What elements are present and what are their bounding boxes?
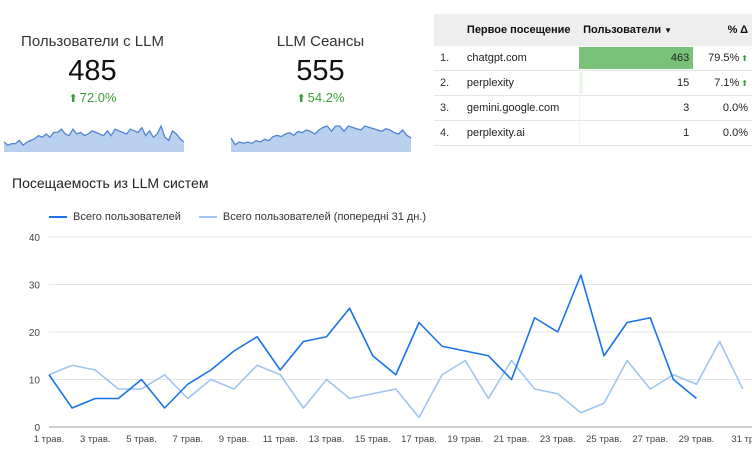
column-users-header[interactable]: Пользователи ▼ [579,14,694,46]
sparkline-area [4,126,184,152]
sparkline-sessions [230,125,412,152]
row-rank: 3. [434,95,463,121]
row-pct: 79.5% ⬆ [693,46,752,71]
legend-label-current: Всего пользователей [73,211,181,223]
row-users-value: 1 [683,127,690,139]
row-users-value: 3 [683,102,690,114]
column-source-header[interactable]: Первое посещение [462,14,580,46]
row-users: 15 [579,70,694,96]
row-pct: 0.0% [693,120,752,146]
legend-swatch-previous [198,216,217,218]
scorecard-delta-value: 54.2% [307,90,345,105]
users-bar [579,72,583,94]
y-tick-label: 40 [29,233,41,244]
row-users: 3 [579,95,694,121]
x-tick-label: 9 трав. [219,434,250,445]
table-row[interactable]: 4. perplexity.ai 1 0.0% [434,120,752,146]
legend-swatch-current [49,216,67,218]
chart-title: Посещаемость из LLM систем [12,175,209,191]
arrow-up-icon: ⬆ [296,93,306,105]
x-tick-label: 7 трав. [172,434,203,445]
table-row[interactable]: 3. gemini.google.com 3 0.0% [434,95,752,121]
row-rank: 1. [434,46,463,71]
row-users: 463 [579,46,694,71]
x-tick-label: 3 трав. [80,434,111,445]
x-tick-label: 31 тр [731,434,752,445]
row-source: perplexity.ai [462,120,580,146]
scorecard-value: 485 [68,55,117,87]
row-pct-value: 79.5% [708,52,740,64]
y-tick-label: 20 [29,328,41,339]
column-rank-header [434,14,463,46]
scorecard-llm-sessions[interactable]: LLM Сеансы 555 ⬆ 54.2% [238,33,403,105]
scorecard-title: LLM Сеансы [276,33,365,50]
arrow-up-icon: ⬆ [68,93,78,105]
row-pct-value: 0.0% [722,127,748,139]
x-tick-label: 5 трав. [126,434,157,445]
row-pct-value: 7.1% [714,77,740,89]
sources-table: Первое посещение Пользователи ▼ % Δ 1. cha… [434,14,752,146]
x-tick-label: 27 трав. [632,434,668,445]
row-pct: 7.1% ⬆ [693,70,752,96]
users-bar [579,97,580,119]
row-source: perplexity [462,70,580,96]
sort-desc-icon[interactable]: ▼ [664,26,672,35]
x-tick-label: 15 трав. [355,434,391,445]
x-tick-label: 29 трав. [679,434,715,445]
legend-item-previous[interactable]: Всего пользователей (попередні 31 дн.) [198,211,427,223]
column-users-label: Пользователи [583,23,662,36]
legend-label-previous: Всего пользователей (попередні 31 дн.) [222,211,427,223]
column-pct-header[interactable]: % Δ [693,14,752,46]
x-tick-label: 23 трав. [540,434,576,445]
x-tick-label: 11 трав. [263,434,298,445]
arrow-up-icon: ⬆ [741,54,748,63]
scorecard-delta-value: 72.0% [79,90,117,105]
row-pct: 0.0% [693,95,752,121]
chart-legend: Всего пользователей Всего пользователей … [49,211,426,223]
scorecard-title: Пользователи с LLM [21,33,164,50]
scorecard-delta: ⬆ 54.2% [238,90,403,105]
row-rank: 4. [434,120,463,146]
x-tick-label: 21 трав. [494,434,530,445]
row-source: chatgpt.com [462,46,580,71]
y-tick-label: 0 [34,423,40,434]
scorecard-delta: ⬆ 72.0% [10,90,175,105]
x-tick-label: 13 трав. [309,434,345,445]
row-pct-value: 0.0% [722,102,748,114]
x-tick-label: 25 трав. [586,434,622,445]
row-rank: 2. [434,70,463,96]
series-line-current[interactable] [48,274,698,409]
sparkline-users [3,124,185,152]
table-row[interactable]: 1. chatgpt.com 463 79.5% ⬆ [434,46,752,71]
scorecard-value: 555 [296,55,345,87]
row-users-value: 15 [676,77,690,89]
x-tick-label: 19 трав. [447,434,483,445]
scorecard-users-llm[interactable]: Пользователи с LLM 485 ⬆ 72.0% [10,33,175,105]
legend-item-current[interactable]: Всего пользователей [49,211,181,223]
row-users: 1 [579,120,694,146]
y-tick-label: 30 [29,281,41,292]
x-tick-label: 17 трав. [401,434,437,445]
row-source: gemini.google.com [462,95,580,121]
y-tick-label: 10 [29,376,41,387]
row-users-value: 463 [670,52,690,64]
table-row[interactable]: 2. perplexity 15 7.1% ⬆ [434,70,752,96]
line-chart: 0 10 20 30 40 1 трав. 3 трав. 5 трав. 7 трав. 9 т… [29,233,752,445]
x-tick-label: 1 трав. [34,434,65,445]
arrow-up-icon: ⬆ [741,79,748,88]
